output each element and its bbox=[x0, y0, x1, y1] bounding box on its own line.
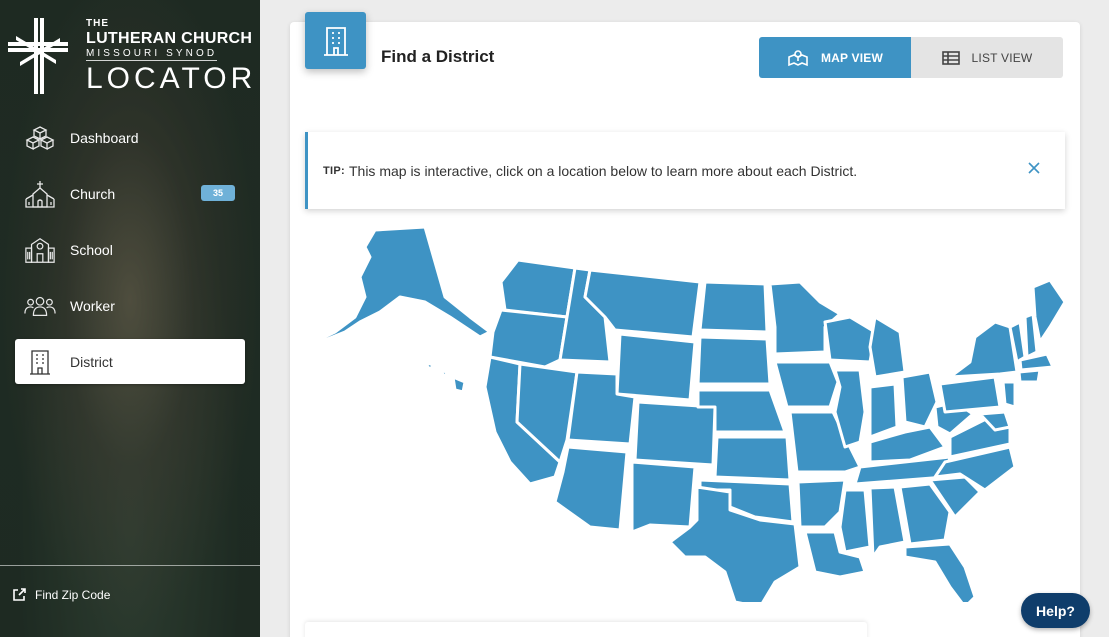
school-icon bbox=[24, 236, 56, 264]
main-content: Find a District MAP VIEW LIST VIEW TIP: bbox=[260, 0, 1109, 637]
list-view-label: LIST VIEW bbox=[971, 50, 1033, 65]
map-region-pennsylvania[interactable] bbox=[938, 375, 1002, 414]
sidebar-item-church[interactable]: Church 35 bbox=[15, 171, 245, 216]
users-icon bbox=[24, 292, 56, 320]
sidebar-item-label: School bbox=[70, 241, 113, 258]
find-zip-code-link[interactable]: Find Zip Code bbox=[12, 587, 110, 602]
sidebar-item-label: Church bbox=[70, 185, 116, 202]
district-map[interactable] bbox=[305, 222, 1067, 609]
list-view-button[interactable]: LIST VIEW bbox=[911, 37, 1063, 78]
view-toggle: MAP VIEW LIST VIEW bbox=[759, 37, 1063, 78]
results-card bbox=[305, 622, 867, 637]
map-view-label: MAP VIEW bbox=[820, 50, 884, 65]
map-region-washington[interactable] bbox=[499, 258, 577, 319]
map-region-michigan[interactable] bbox=[868, 315, 907, 379]
sidebar-item-label: Dashboard bbox=[70, 129, 139, 146]
map-region-new-jersey[interactable] bbox=[1001, 380, 1017, 409]
sidebar-item-dashboard[interactable]: Dashboard bbox=[15, 115, 245, 160]
find-zip-code-label: Find Zip Code bbox=[35, 587, 111, 602]
tip-text: This map is interactive, click on a loca… bbox=[348, 162, 858, 179]
sidebar-divider bbox=[0, 565, 260, 566]
map-region-alaska[interactable] bbox=[308, 225, 492, 346]
map-region-new-mexico[interactable] bbox=[630, 460, 697, 534]
table-icon bbox=[941, 50, 960, 65]
page-title: Find a District bbox=[381, 47, 495, 66]
building-icon bbox=[305, 12, 366, 69]
map-region-colorado[interactable] bbox=[633, 400, 717, 467]
map-region-wisconsin[interactable] bbox=[823, 315, 877, 364]
map-region-connecticut[interactable] bbox=[1017, 368, 1042, 384]
tip-banner: TIP: This map is interactive, click on a… bbox=[305, 132, 1065, 209]
map-region-ohio[interactable] bbox=[900, 370, 939, 429]
sidebar-item-label: District bbox=[70, 353, 113, 370]
logo-line-missouri-synod: MISSOURI SYNOD bbox=[86, 48, 218, 61]
logo-line-lutheran-church: LUTHERAN CHURCH bbox=[86, 30, 253, 47]
church-count-badge: 35 bbox=[201, 185, 235, 201]
map-region-indiana[interactable] bbox=[868, 382, 899, 439]
map-region-florida[interactable] bbox=[903, 542, 977, 609]
us-map-svg[interactable] bbox=[305, 222, 1067, 609]
close-icon[interactable] bbox=[1027, 161, 1041, 175]
map-region-alabama[interactable] bbox=[868, 485, 907, 559]
sidebar-item-worker[interactable]: Worker bbox=[15, 283, 245, 328]
sidebar-item-school[interactable]: School bbox=[15, 227, 245, 272]
help-button[interactable]: Help? bbox=[1021, 593, 1090, 628]
external-link-icon bbox=[13, 588, 26, 601]
map-region-wyoming[interactable] bbox=[615, 332, 697, 402]
map-region-arkansas[interactable] bbox=[796, 478, 847, 529]
map-region-south-dakota[interactable] bbox=[696, 335, 772, 386]
map-region-mississippi[interactable] bbox=[838, 488, 872, 554]
map-region-arizona[interactable] bbox=[553, 445, 629, 532]
sidebar: THE LUTHERAN CHURCH MISSOURI SYNOD LOCAT… bbox=[0, 0, 260, 637]
map-region-maine[interactable] bbox=[1031, 278, 1067, 344]
logo-line-locator: LOCATOR bbox=[86, 62, 257, 95]
church-icon bbox=[24, 180, 56, 208]
map-region-new-york[interactable] bbox=[948, 320, 1019, 379]
map-icon bbox=[788, 49, 808, 66]
building-icon bbox=[24, 348, 56, 376]
cubes-icon bbox=[24, 124, 56, 152]
map-region-hawaii[interactable] bbox=[423, 360, 467, 394]
logo-line-the: THE bbox=[86, 18, 109, 29]
sidebar-nav: Dashboard Church 35 School Worker Distri… bbox=[15, 115, 245, 395]
cross-logo-icon bbox=[8, 18, 68, 94]
map-region-iowa[interactable] bbox=[773, 360, 840, 409]
sidebar-item-district[interactable]: District bbox=[15, 339, 245, 384]
district-card: Find a District MAP VIEW LIST VIEW TIP: bbox=[290, 12, 1080, 637]
lcms-locator-logo[interactable]: THE LUTHERAN CHURCH MISSOURI SYNOD LOCAT… bbox=[6, 14, 253, 98]
map-view-button[interactable]: MAP VIEW bbox=[759, 37, 911, 78]
map-region-north-dakota[interactable] bbox=[698, 280, 769, 334]
map-region-kansas[interactable] bbox=[713, 435, 792, 482]
tip-prefix: TIP: bbox=[323, 164, 345, 177]
sidebar-item-label: Worker bbox=[70, 297, 115, 314]
